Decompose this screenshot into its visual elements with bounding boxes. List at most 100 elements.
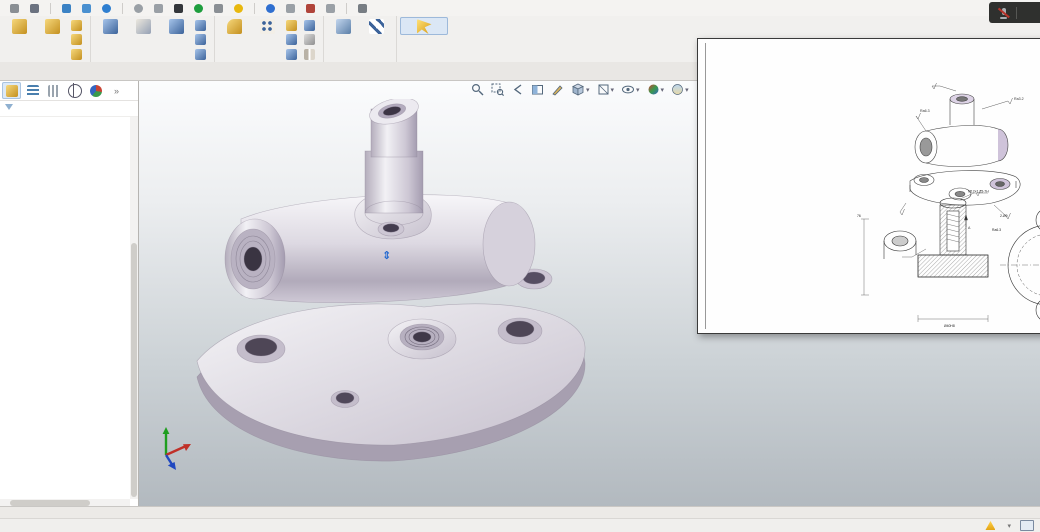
custom-status-dropdown[interactable] — [1004, 520, 1011, 531]
shell-button[interactable] — [284, 47, 302, 62]
tree-vertical-scrollbar[interactable] — [130, 117, 138, 499]
ribbon-group-reference — [324, 16, 397, 62]
instant3d-button[interactable] — [400, 17, 448, 35]
panel-tabs-overflow[interactable]: » — [107, 82, 126, 99]
taskbar-icon[interactable] — [194, 4, 203, 13]
panel-tabs: » — [0, 81, 138, 101]
tree-filter[interactable] — [0, 101, 138, 117]
boundary-cut-button[interactable] — [193, 47, 211, 62]
filter-funnel-icon — [5, 104, 13, 114]
intersect-button[interactable] — [302, 33, 320, 48]
shell-icon — [286, 49, 297, 60]
taskbar-icon[interactable] — [174, 4, 183, 13]
mirror-button[interactable] — [302, 47, 320, 62]
boundary-boss-button[interactable] — [69, 47, 87, 62]
swept-boss-button[interactable] — [69, 18, 87, 33]
fillet-button[interactable] — [218, 17, 251, 35]
draft-button[interactable] — [284, 33, 302, 48]
taskbar-icon[interactable] — [30, 4, 39, 13]
taskbar-icon[interactable] — [10, 4, 19, 13]
meeting-speaking-overlay[interactable] — [989, 2, 1040, 23]
revolved-cut-button[interactable] — [160, 17, 193, 35]
taskbar-icon[interactable] — [62, 4, 71, 13]
magnifier-area-icon — [491, 83, 504, 96]
back-arrow-icon — [511, 83, 524, 96]
extruded-boss-button[interactable] — [3, 17, 36, 35]
propertymanager-icon — [27, 85, 39, 97]
lofted-cut-icon — [195, 34, 206, 45]
instant3d-handle-icon[interactable]: ⇕ — [382, 249, 391, 262]
chevron-down-icon: ▾ — [636, 86, 640, 94]
rib-button[interactable] — [284, 18, 302, 33]
tab-displaymanager[interactable] — [86, 82, 105, 99]
lofted-boss-button[interactable] — [69, 33, 87, 48]
zoom-to-area-button[interactable] — [491, 83, 504, 96]
chevron-more-icon: » — [114, 86, 119, 96]
divider — [122, 3, 123, 14]
ribbon-group-cut — [91, 16, 215, 62]
part-3d-model[interactable] — [179, 99, 619, 467]
svg-text:Ø40H8: Ø40H8 — [944, 324, 955, 328]
apply-scene-button[interactable]: ▾ — [671, 83, 689, 96]
lofted-cut-button[interactable] — [193, 33, 211, 48]
zoom-to-fit-button[interactable] — [471, 83, 484, 96]
tab-configurationmanager[interactable] — [44, 82, 63, 99]
wrap-button[interactable] — [302, 18, 320, 33]
taskbar-icon[interactable] — [102, 4, 111, 13]
tab-dimxpertmanager[interactable] — [65, 82, 84, 99]
taskbar-icon[interactable] — [306, 4, 315, 13]
top-view-drawing: Ø62 2-Ø9 — [998, 205, 1040, 327]
linear-pattern-button[interactable] — [251, 17, 284, 35]
extruded-boss-icon — [12, 19, 27, 34]
taskbar-icon[interactable] — [134, 4, 143, 13]
contest-sheet-window[interactable]: Ra3.2Ra6.3A — [697, 38, 1040, 334]
boundary-boss-icon — [71, 49, 82, 60]
svg-text:2-Ø9: 2-Ø9 — [1000, 214, 1008, 218]
taskbar-icon[interactable] — [286, 4, 295, 13]
reference-geometry-button[interactable] — [327, 17, 360, 35]
swept-cut-button[interactable] — [193, 18, 211, 33]
annotation-visibility-button[interactable] — [551, 83, 564, 96]
boundary-cut-icon — [195, 49, 206, 60]
section-view-button[interactable] — [531, 83, 544, 96]
hide-show-items-button[interactable]: ▾ — [621, 83, 640, 96]
hole-wizard-icon — [136, 19, 151, 34]
rib-icon — [286, 20, 297, 31]
divider — [254, 3, 255, 14]
orientation-triad — [153, 425, 195, 471]
ribbon-group-boss — [0, 16, 91, 62]
section-cube-icon — [531, 83, 544, 96]
curves-icon — [369, 19, 384, 34]
extruded-cut-button[interactable] — [94, 17, 127, 35]
swept-cut-icon — [195, 20, 206, 31]
screen-icon[interactable] — [1020, 520, 1034, 531]
taskbar-icon[interactable] — [234, 4, 243, 13]
configurationmanager-icon — [48, 85, 60, 97]
previous-view-button[interactable] — [511, 83, 524, 96]
taskbar-icon[interactable] — [214, 4, 223, 13]
curves-button[interactable] — [360, 17, 393, 35]
svg-text:Ra3.2: Ra3.2 — [1014, 97, 1024, 101]
lofted-boss-icon — [71, 34, 82, 45]
display-style-button[interactable]: ▾ — [597, 83, 615, 96]
view-orientation-button[interactable]: ▾ — [571, 83, 590, 96]
draft-icon — [286, 34, 297, 45]
taskbar-icon[interactable] — [82, 4, 91, 13]
technical-requirements — [736, 205, 854, 207]
hole-wizard-button[interactable] — [127, 17, 160, 35]
edit-appearance-button[interactable]: ▾ — [647, 83, 665, 96]
revolved-boss-icon — [45, 19, 60, 34]
dimxpertmanager-icon — [68, 84, 82, 98]
tab-featuremanager[interactable] — [2, 82, 21, 99]
taskbar-icon[interactable] — [358, 4, 367, 13]
divider — [50, 3, 51, 14]
extruded-cut-icon — [103, 19, 118, 34]
instant3d-icon — [417, 19, 432, 34]
section-view-drawing: M12×1.25-7H Ra6.3 Ø40H8 76 — [856, 189, 1006, 331]
taskbar-icon[interactable] — [266, 4, 275, 13]
tab-propertymanager[interactable] — [23, 82, 42, 99]
revolved-boss-button[interactable] — [36, 17, 69, 35]
chevron-down-icon: ▾ — [661, 86, 665, 94]
taskbar-icon[interactable] — [326, 4, 335, 13]
taskbar-icon[interactable] — [154, 4, 163, 13]
